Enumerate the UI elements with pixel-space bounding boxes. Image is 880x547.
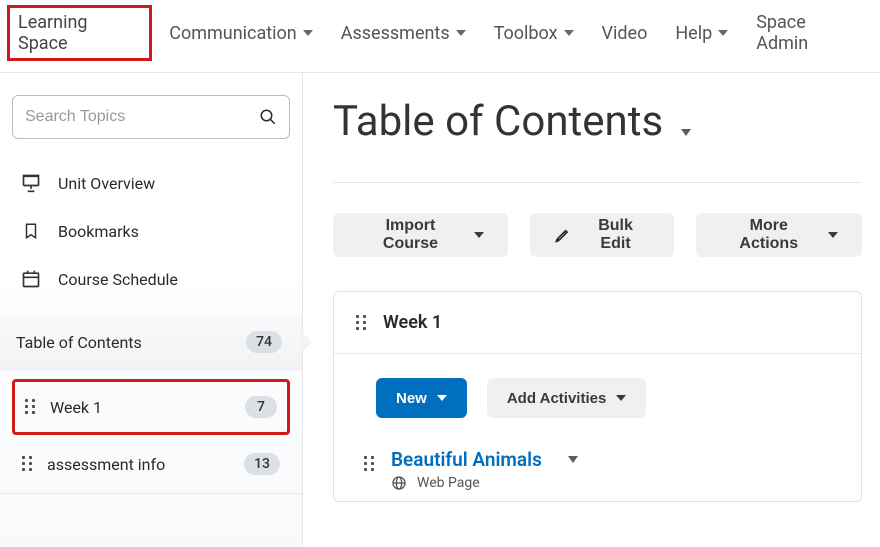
pencil-icon	[554, 226, 572, 244]
drag-handle-icon[interactable]	[25, 399, 36, 415]
topic-link[interactable]: Beautiful Animals	[391, 448, 542, 471]
sidebar-toc-header[interactable]: Table of Contents 74	[0, 313, 302, 371]
sidebar-item-label: Course Schedule	[58, 270, 178, 289]
sidebar-primary-list: Unit Overview Bookmarks	[12, 159, 290, 303]
page-title: Table of Contents	[333, 97, 663, 146]
presentation-icon	[20, 173, 42, 193]
chevron-down-icon	[456, 30, 466, 36]
nav-assessments[interactable]: Assessments	[341, 23, 466, 44]
button-label: Import Course	[357, 217, 464, 253]
nav-space-admin[interactable]: Space Admin	[756, 12, 862, 54]
chevron-down-icon	[474, 232, 484, 238]
nav-toolbox-label: Toolbox	[494, 23, 558, 44]
toc-label: Table of Contents	[16, 333, 142, 352]
topic-type: Web Page	[417, 475, 480, 491]
sidebar-item-label: Bookmarks	[58, 222, 139, 241]
module-header: Week 1	[334, 292, 861, 354]
calendar-icon	[20, 269, 42, 289]
button-label: Add Activities	[507, 390, 606, 407]
sidebar: Unit Overview Bookmarks	[0, 73, 303, 547]
sidebar-module-assessment-info[interactable]: assessment info 13	[12, 439, 290, 489]
nav-help-label: Help	[675, 23, 712, 44]
nav-video[interactable]: Video	[602, 23, 648, 44]
sidebar-item-label: Unit Overview	[58, 174, 155, 193]
nav-assessments-label: Assessments	[341, 23, 450, 44]
drag-handle-icon[interactable]	[22, 456, 33, 472]
sidebar-item-bookmarks[interactable]: Bookmarks	[12, 207, 290, 255]
more-actions-button[interactable]: More Actions	[696, 213, 863, 257]
sidebar-module-list: Week 1 7 assessment info 13	[12, 379, 290, 494]
drag-handle-icon[interactable]	[356, 315, 367, 331]
main-content: Table of Contents Import Course Bulk Edi…	[303, 73, 880, 547]
top-nav: Learning Space Communication Assessments…	[0, 0, 880, 73]
topic-main: Beautiful Animals Web Page	[391, 448, 578, 491]
nav-learning-space-label: Learning Space	[18, 12, 141, 54]
content-layout: Unit Overview Bookmarks	[0, 73, 880, 547]
sidebar-module-label: assessment info	[47, 455, 165, 474]
nav-communication[interactable]: Communication	[169, 23, 312, 44]
module-title: Week 1	[383, 312, 442, 333]
sidebar-module-label: Week 1	[50, 398, 102, 417]
chevron-down-icon	[437, 395, 447, 401]
add-activities-button[interactable]: Add Activities	[487, 378, 646, 418]
module-count-badge: 13	[244, 453, 280, 475]
chevron-down-icon[interactable]	[568, 456, 578, 463]
divider	[0, 493, 302, 494]
nav-communication-label: Communication	[169, 23, 296, 44]
drag-handle-icon[interactable]	[364, 456, 375, 472]
new-button[interactable]: New	[376, 378, 467, 418]
button-label: More Actions	[720, 217, 819, 253]
button-label: New	[396, 390, 427, 407]
nav-space-admin-label: Space Admin	[756, 12, 862, 54]
module-count-badge: 7	[245, 396, 277, 418]
globe-icon	[391, 475, 407, 491]
chevron-down-icon	[718, 30, 728, 36]
search-icon	[259, 108, 277, 126]
sidebar-item-course-schedule[interactable]: Course Schedule	[12, 255, 290, 303]
button-label: Bulk Edit	[582, 217, 650, 253]
toc-count-badge: 74	[246, 331, 282, 353]
sidebar-module-week-1[interactable]: Week 1 7	[12, 379, 290, 435]
sidebar-item-unit-overview[interactable]: Unit Overview	[12, 159, 290, 207]
toolbar: Import Course Bulk Edit More Actions	[333, 213, 862, 257]
search-topics[interactable]	[12, 95, 290, 139]
nav-learning-space[interactable]: Learning Space	[7, 5, 152, 61]
chevron-down-icon	[564, 30, 574, 36]
nav-video-label: Video	[602, 23, 648, 44]
nav-toolbox[interactable]: Toolbox	[494, 23, 574, 44]
chevron-down-icon	[616, 395, 626, 401]
chevron-down-icon	[303, 30, 313, 36]
nav-help[interactable]: Help	[675, 23, 728, 44]
topic-row: Beautiful Animals Web Page	[334, 442, 861, 501]
page-title-row: Table of Contents	[333, 97, 862, 183]
search-input[interactable]	[25, 108, 259, 126]
module-actions: New Add Activities	[334, 354, 861, 442]
chevron-down-icon[interactable]	[681, 129, 691, 136]
topic-subtitle: Web Page	[391, 475, 578, 491]
import-course-button[interactable]: Import Course	[333, 213, 508, 257]
bulk-edit-button[interactable]: Bulk Edit	[530, 213, 674, 257]
module-card: Week 1 New Add Activities Beautiful Anim…	[333, 291, 862, 502]
chevron-down-icon	[828, 232, 838, 238]
bookmark-icon	[20, 221, 42, 241]
